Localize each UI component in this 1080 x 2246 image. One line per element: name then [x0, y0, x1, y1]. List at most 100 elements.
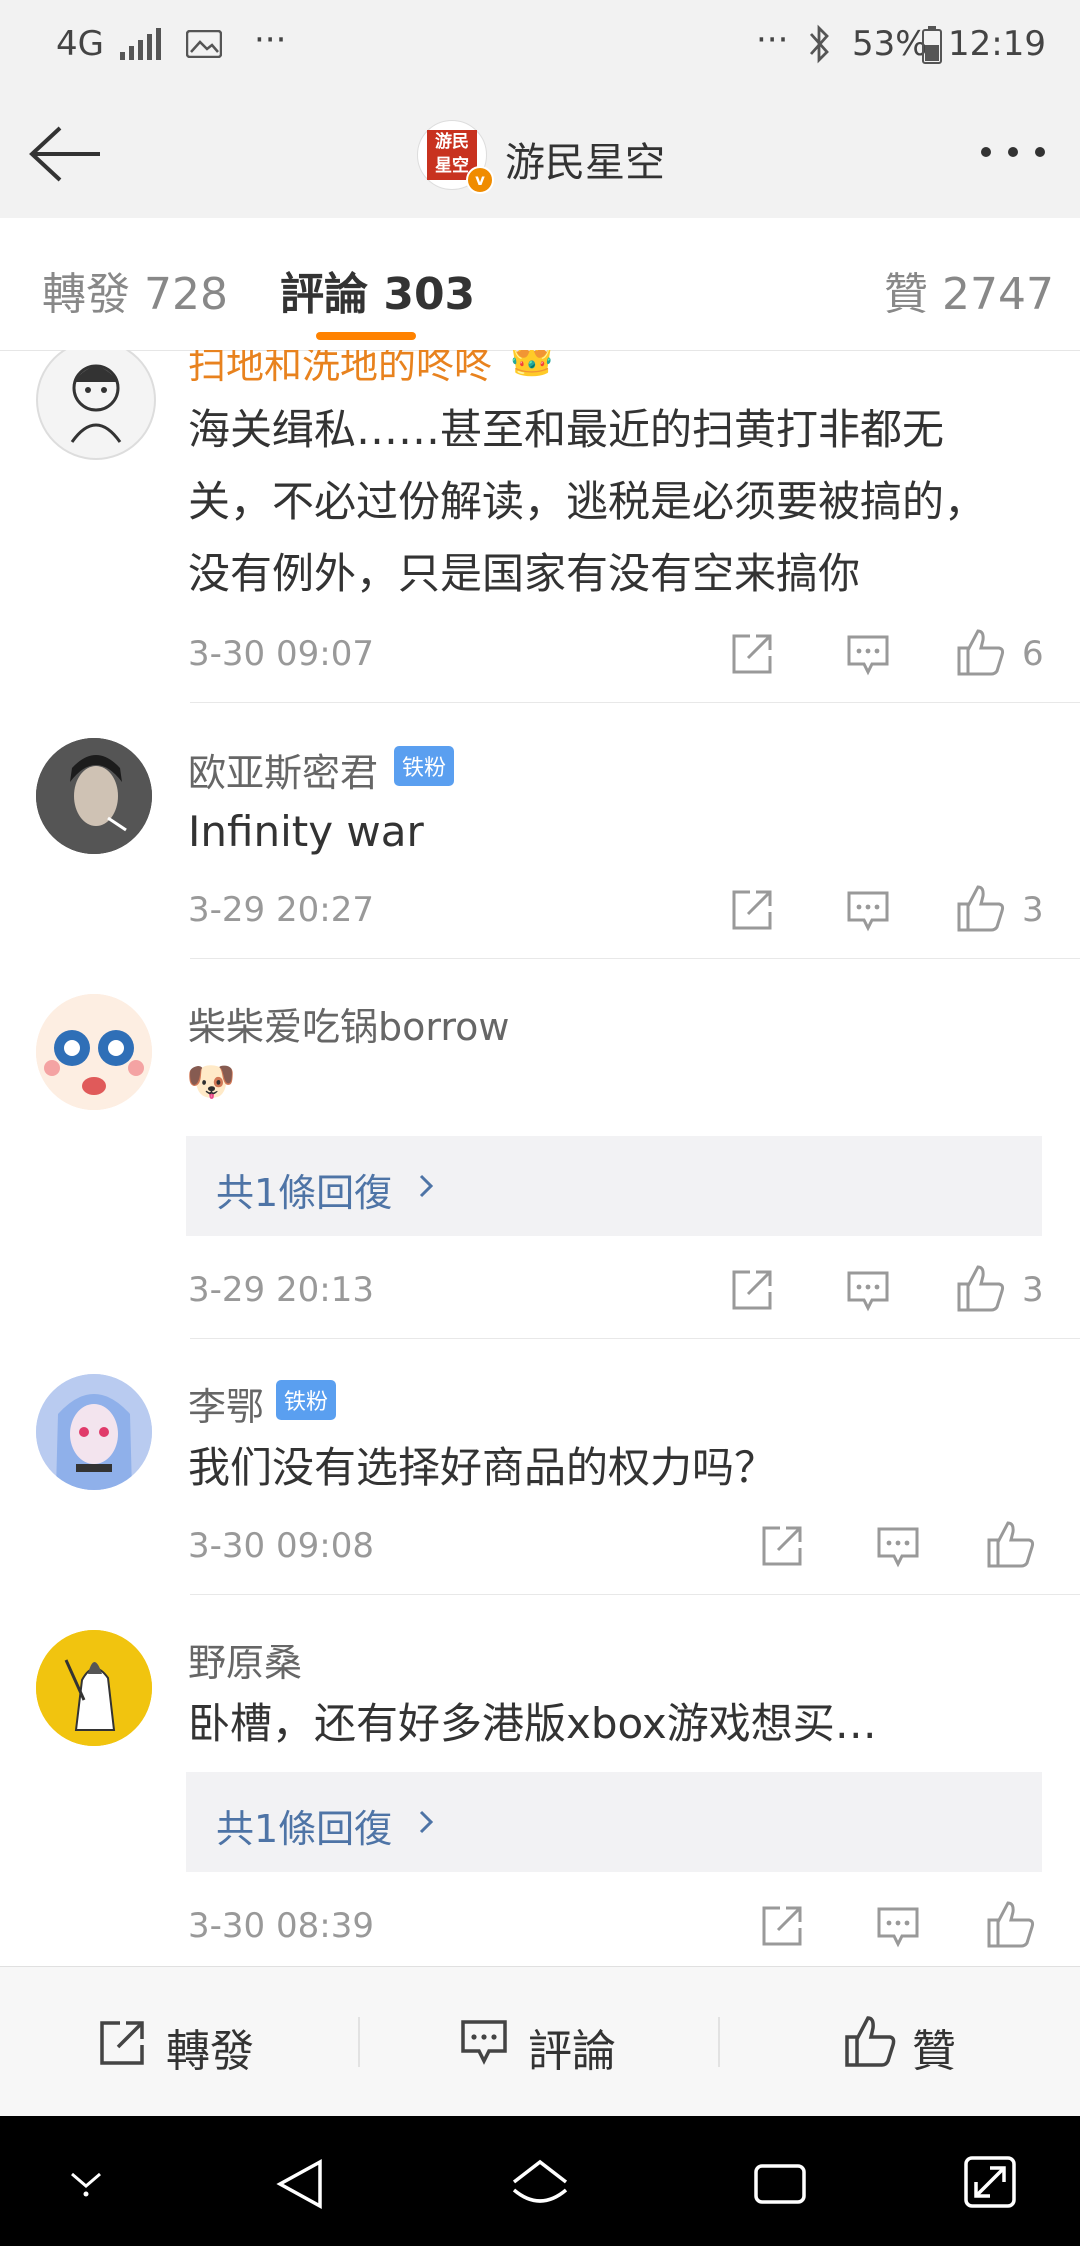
- comment-username[interactable]: 扫地和洗地的咚咚: [188, 350, 492, 389]
- doge-emoji-icon: 🐶: [186, 1059, 236, 1105]
- tab-repost[interactable]: 轉發 728: [42, 258, 228, 322]
- more-options-icon[interactable]: [978, 144, 1048, 160]
- share-icon[interactable]: [730, 632, 774, 676]
- battery-icon: [922, 26, 942, 64]
- avatar[interactable]: [36, 350, 156, 460]
- like-button[interactable]: 贊: [720, 1967, 1080, 2117]
- anime-girl-icon: [36, 1374, 152, 1490]
- tab-likes-count: 2747: [942, 269, 1054, 320]
- status-more-right: ···: [756, 20, 789, 60]
- comment-icon[interactable]: [846, 1270, 890, 1312]
- like-icon[interactable]: [986, 1520, 1036, 1568]
- divider: [190, 958, 1080, 959]
- signal-icon: [120, 28, 161, 60]
- comment-icon[interactable]: [846, 890, 890, 932]
- person-photo-icon: [36, 738, 152, 854]
- like-count: 3: [1022, 890, 1044, 930]
- top-nav-bar: 游民星空 v 游民星空: [0, 90, 1080, 219]
- like-icon[interactable]: [986, 1900, 1036, 1948]
- comment-time: 3-30 09:08: [188, 1526, 374, 1566]
- tab-comments-label: 評論: [280, 269, 368, 320]
- comment-username[interactable]: 野原桑: [188, 1632, 302, 1687]
- reply-preview[interactable]: 共1條回復: [186, 1772, 1042, 1872]
- comment-icon[interactable]: [876, 1906, 920, 1948]
- comment-text: 我们没有选择好商品的权力吗？: [188, 1443, 777, 1492]
- page-title: 游民星空: [505, 140, 665, 186]
- tab-likes-label: 贊: [884, 269, 928, 320]
- like-icon[interactable]: [956, 628, 1006, 676]
- chevron-down-icon[interactable]: [66, 2164, 106, 2198]
- share-icon[interactable]: [760, 1524, 804, 1568]
- bottom-action-bar: 轉發 評論 贊: [0, 1966, 1080, 2117]
- like-icon[interactable]: [956, 884, 1006, 932]
- battery-percent: 53%: [852, 24, 928, 64]
- comment-line: 海关缉私……甚至和最近的扫黄打非都无: [188, 405, 945, 454]
- comment-time: 3-30 09:07: [188, 634, 374, 674]
- like-count: 6: [1022, 634, 1044, 674]
- status-more: ···: [254, 20, 287, 60]
- comment-username[interactable]: 欧亚斯密君: [188, 742, 378, 797]
- share-icon[interactable]: [730, 1268, 774, 1312]
- comment-list[interactable]: 扫地和洗地的咚咚 👑 海关缉私……甚至和最近的扫黄打非都无 关，不必过份解读，逃…: [0, 350, 1080, 1966]
- share-icon: [100, 2021, 144, 2065]
- like-icon[interactable]: [956, 1264, 1006, 1312]
- comment-line: 没有例外，只是国家有没有空来搞你: [188, 549, 861, 598]
- avatar[interactable]: [36, 738, 152, 854]
- expand-icon[interactable]: [962, 2154, 1018, 2210]
- tab-comments-count: 303: [383, 269, 476, 320]
- like-label: 贊: [912, 2026, 956, 2077]
- tab-comments[interactable]: 評論 303: [280, 258, 475, 322]
- share-icon[interactable]: [760, 1904, 804, 1948]
- avatar[interactable]: [36, 1374, 152, 1490]
- tab-repost-count: 728: [144, 269, 228, 320]
- back-arrow-icon[interactable]: [28, 124, 104, 184]
- avatar[interactable]: [36, 994, 152, 1110]
- clock: 12:19: [948, 24, 1046, 64]
- home-icon[interactable]: [508, 2156, 572, 2212]
- comment-username[interactable]: 李鄂: [188, 1376, 264, 1431]
- comment-line: 关，不必过份解读，逃税是必须要被搞的，: [188, 477, 987, 526]
- like-count: 3: [1022, 1270, 1044, 1310]
- fan-badge: 铁粉: [276, 1380, 337, 1420]
- comment-time: 3-29 20:13: [188, 1270, 374, 1310]
- tab-bar: 轉發 728 評論 303 贊 2747: [0, 218, 1080, 351]
- active-tab-indicator: [316, 332, 416, 340]
- chevron-right-icon: [419, 1810, 434, 1834]
- anime-face-icon: [36, 994, 152, 1110]
- reply-count-link[interactable]: 共1條回復: [216, 1798, 392, 1853]
- comment-time: 3-29 20:27: [188, 890, 374, 930]
- back-triangle-icon[interactable]: [272, 2156, 328, 2212]
- crown-icon: 👑: [508, 350, 556, 378]
- comment-icon[interactable]: [876, 1526, 920, 1568]
- comment-text: 卧槽，还有好多港版xbox游戏想买…: [188, 1699, 877, 1748]
- network-indicator: 4G: [56, 24, 104, 64]
- divider: [190, 702, 1080, 703]
- recent-apps-icon[interactable]: [752, 2156, 808, 2212]
- divider: [190, 1594, 1080, 1595]
- bluetooth-icon: [809, 24, 829, 64]
- status-bar: 4G ··· ··· 53% 12:19: [0, 0, 1080, 90]
- comment-icon[interactable]: [846, 634, 890, 676]
- warrior-avatar-icon: [36, 1630, 152, 1746]
- divider: [190, 1338, 1080, 1339]
- share-icon[interactable]: [730, 888, 774, 932]
- image-icon: [186, 30, 222, 58]
- comment-text: 海关缉私……甚至和最近的扫黄打非都无 关，不必过份解读，逃税是必须要被搞的， 没…: [188, 394, 1058, 610]
- system-nav-bar: [0, 2116, 1080, 2246]
- avatar[interactable]: [36, 1630, 152, 1746]
- repost-button[interactable]: 轉發: [0, 1967, 360, 2117]
- fan-badge: 铁粉: [394, 746, 455, 786]
- reply-count-link[interactable]: 共1條回復: [216, 1162, 392, 1217]
- reply-preview[interactable]: 共1條回復: [186, 1136, 1042, 1236]
- comment-icon: [461, 2020, 507, 2065]
- comment-text: Infinity war: [188, 807, 424, 856]
- cartoon-avatar-icon: [70, 364, 122, 443]
- verified-badge-icon: v: [466, 166, 494, 194]
- comment-button[interactable]: 評論: [360, 1967, 720, 2117]
- tab-likes[interactable]: 贊 2747: [884, 258, 1054, 322]
- comment-username[interactable]: 柴柴爱吃锅borrow: [188, 996, 509, 1051]
- like-icon: [845, 2016, 896, 2067]
- chevron-right-icon: [419, 1174, 434, 1198]
- comment-label: 評論: [528, 2026, 616, 2077]
- comment-time: 3-30 08:39: [188, 1906, 374, 1946]
